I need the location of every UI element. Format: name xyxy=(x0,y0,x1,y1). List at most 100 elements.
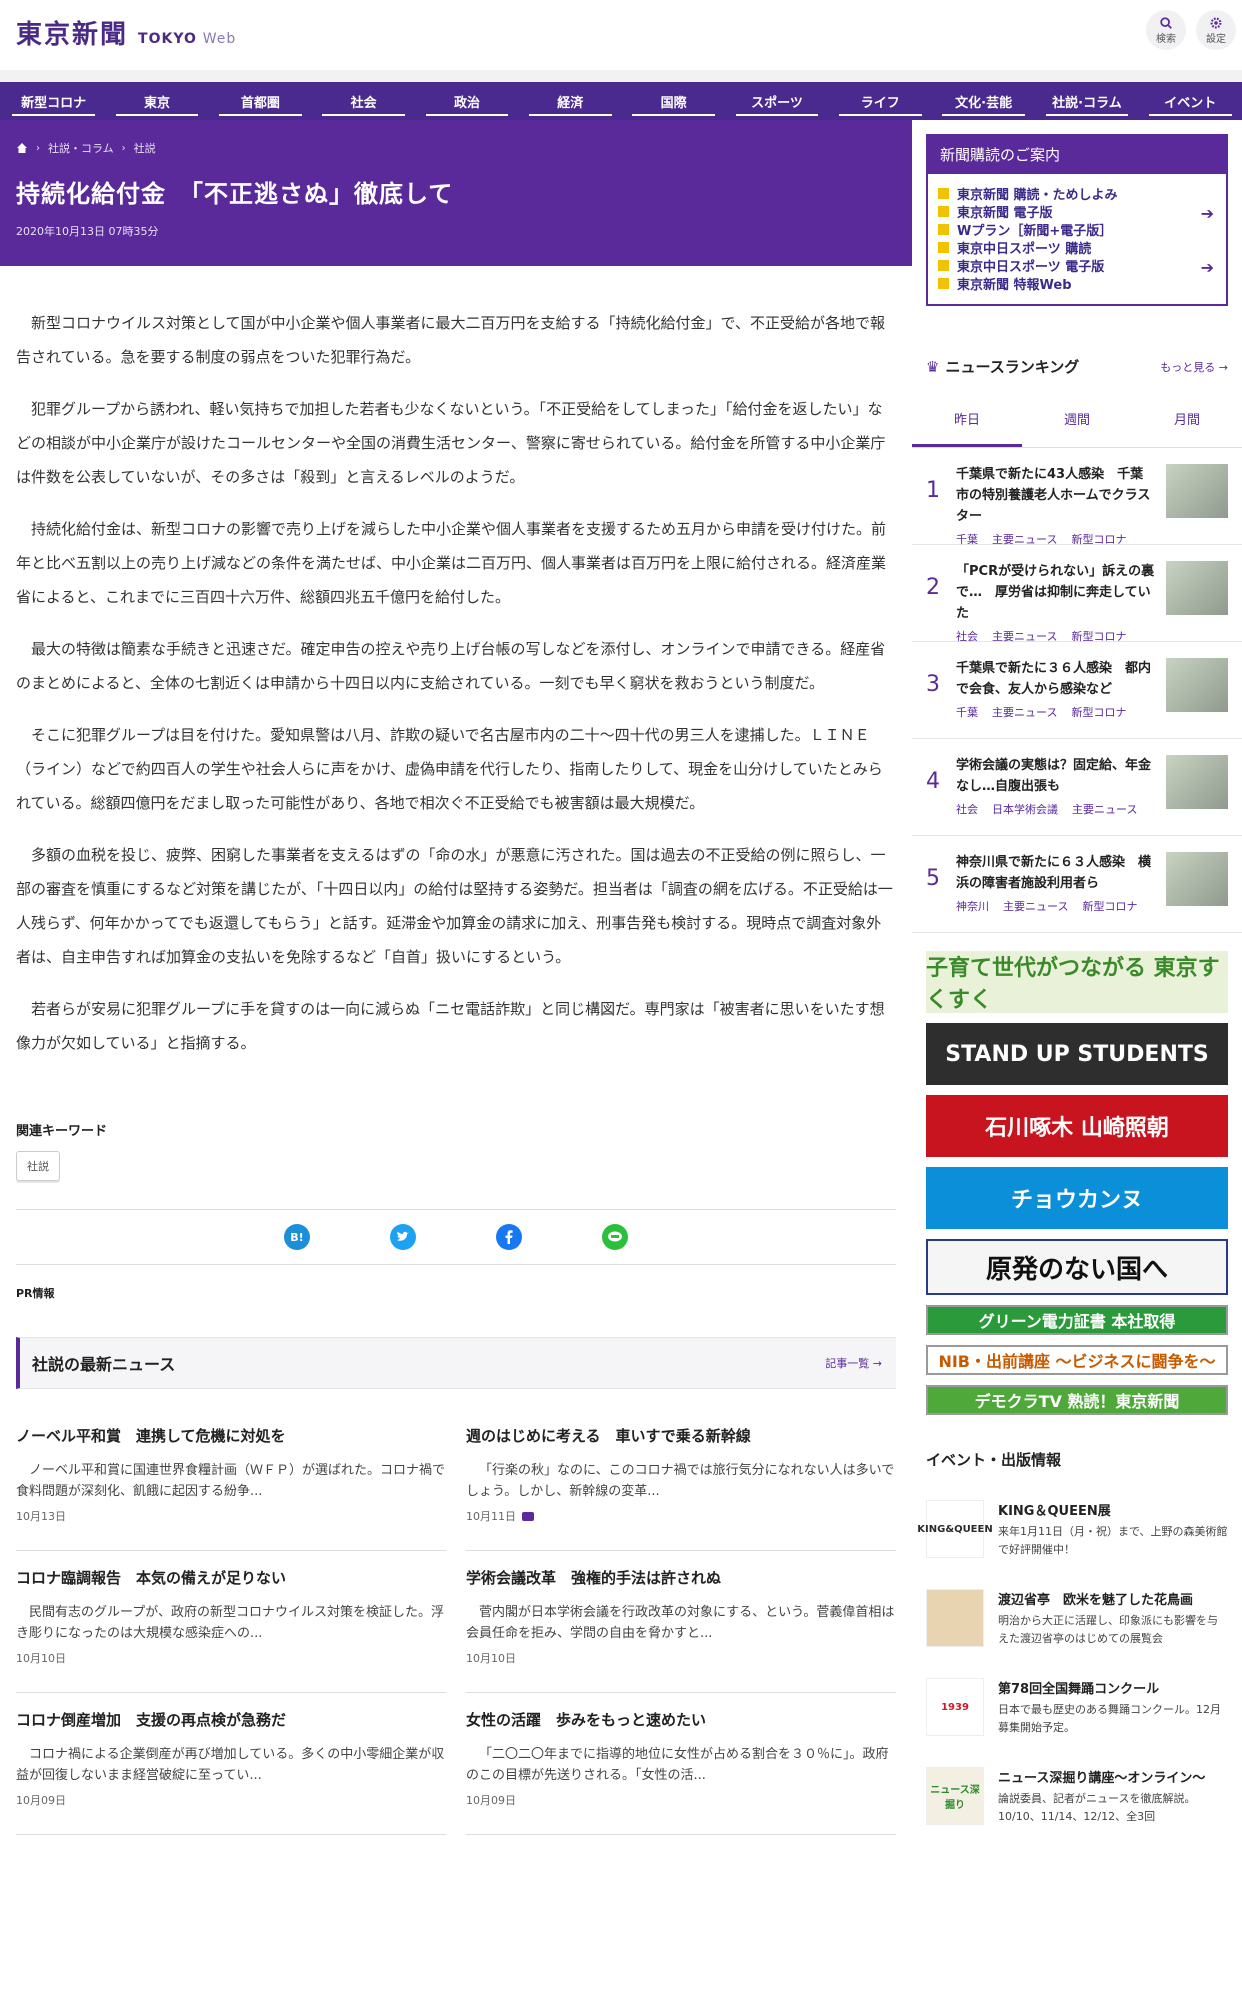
thumbnail-image[interactable] xyxy=(1166,464,1228,518)
news-card[interactable]: 女性の活躍 歩みをもっと速めたい 「二〇二〇年までに指導的地位に女性が占める割合… xyxy=(466,1693,896,1835)
event-title[interactable]: 第78回全国舞踊コンクール xyxy=(998,1678,1228,1697)
ranking-item[interactable]: 5 神奈川県で新たに６３人感染 横浜の障害者施設利用者ら 神奈川 主要ニュース 新型コ… xyxy=(912,836,1242,933)
tab-weekly[interactable]: 週間 xyxy=(1022,399,1132,447)
subscription-box[interactable]: 新聞購読のご案内 東京新聞 購読・ためしよみ 東京新聞 電子版 Wプラン［新聞+電子… xyxy=(926,134,1228,306)
hatena-bookmark-icon[interactable]: B! xyxy=(284,1224,310,1250)
banner[interactable]: デモクラTV 熟読！東京新聞 xyxy=(926,1385,1228,1415)
news-card-title[interactable]: 学術会議改革 強権的手法は許されぬ xyxy=(466,1567,896,1588)
ranking-title-link[interactable]: 「PCRが受けられない」訴えの裏で… 厚労省は抑制に奔走していた xyxy=(956,561,1156,624)
subscription-item[interactable]: 東京新聞 購読・ためしよみ xyxy=(938,184,1216,203)
line-icon[interactable] xyxy=(602,1224,628,1250)
event-item[interactable]: KING&QUEEN KING＆QUEEN展 来年1月11日（月・祝）まで、上野の… xyxy=(917,1500,1228,1559)
news-card[interactable]: 学術会議改革 強権的手法は許されぬ 菅内閣が日本学術会議を行政改革の対象にする、… xyxy=(466,1551,896,1693)
tag-link[interactable]: 主要ニュース xyxy=(992,628,1057,644)
facebook-icon[interactable] xyxy=(496,1224,522,1250)
event-thumbnail[interactable]: ニュース深掘り xyxy=(926,1767,984,1825)
nav-item[interactable]: 首都圏 xyxy=(209,82,312,120)
ranking-more-link[interactable]: もっと見る → xyxy=(1160,359,1228,375)
event-title[interactable]: 渡辺省亭 欧米を魅了した花鳥画 xyxy=(998,1589,1228,1608)
thumbnail-image[interactable] xyxy=(1166,755,1228,809)
tag-link[interactable]: 千葉 xyxy=(956,704,978,720)
ranking-title-link[interactable]: 千葉県で新たに43人感染 千葉市の特別養護老人ホームでクラスター xyxy=(956,464,1156,527)
event-thumbnail[interactable] xyxy=(926,1589,984,1647)
nav-item[interactable]: 経済 xyxy=(519,82,622,120)
banner[interactable]: 石川啄木 山崎照朝 xyxy=(926,1095,1228,1157)
event-item[interactable]: 1939 第78回全国舞踊コンクール 日本で最も歴史のある舞踊コンクール。12月募… xyxy=(926,1678,1228,1737)
news-card-title[interactable]: 女性の活躍 歩みをもっと速めたい xyxy=(466,1709,896,1730)
article-list-link[interactable]: 記事一覧 → xyxy=(825,1355,882,1371)
thumbnail-image[interactable] xyxy=(1166,852,1228,906)
news-card[interactable]: 週のはじめに考える 車いすで乗る新幹線 「行楽の秋」なのに、このコロナ禍では旅行… xyxy=(466,1409,896,1551)
login-arrow-icon[interactable]: ➔ xyxy=(1201,204,1214,223)
tag-link[interactable]: 新型コロナ xyxy=(1071,704,1126,720)
banner[interactable]: チョウカンヌ xyxy=(926,1167,1228,1229)
tag-link[interactable]: 主要ニュース xyxy=(992,531,1057,547)
nav-item[interactable]: 社会 xyxy=(312,82,415,120)
banner[interactable]: グリーン電力証書 本社取得 xyxy=(926,1305,1228,1335)
event-thumbnail[interactable]: 1939 xyxy=(926,1678,984,1736)
ranking-title-link[interactable]: 神奈川県で新たに６３人感染 横浜の障害者施設利用者ら xyxy=(956,852,1156,894)
tag-link[interactable]: 神奈川 xyxy=(956,898,989,914)
event-title[interactable]: KING＆QUEEN展 xyxy=(998,1500,1228,1519)
event-title[interactable]: ニュース深掘り講座～オンライン～ xyxy=(998,1767,1228,1786)
tag-link[interactable]: 主要ニュース xyxy=(1072,801,1137,817)
tag-link[interactable]: 主要ニュース xyxy=(992,704,1057,720)
site-logo[interactable]: 東京新聞 TOKYO Web xyxy=(16,14,236,51)
banner[interactable]: 子育て世代がつながる 東京すくすく xyxy=(926,951,1228,1013)
search-button[interactable]: 検索 xyxy=(1146,10,1186,50)
tag-link[interactable]: 社会 xyxy=(956,628,978,644)
banner[interactable]: 原発のない国へ xyxy=(926,1239,1228,1295)
news-card-title[interactable]: コロナ倒産増加 支援の再点検が急務だ xyxy=(16,1709,446,1730)
nav-item[interactable]: 新型コロナ xyxy=(2,82,105,120)
nav-item[interactable]: 政治 xyxy=(415,82,518,120)
subscription-item[interactable]: 東京中日スポーツ 購読 xyxy=(938,238,1216,257)
ranking-item[interactable]: 3 千葉県で新たに３６人感染 都内で会食、友人から感染など 千葉 主要ニュース 新型コ… xyxy=(912,642,1242,739)
tag-link[interactable]: 新型コロナ xyxy=(1071,531,1126,547)
ranking-item[interactable]: 4 学術会議の実態は？固定給、年金なし…自腹出張も 社会 日本学術会議 主要ニュース xyxy=(912,739,1242,836)
news-card[interactable]: コロナ倒産増加 支援の再点検が急務だ コロナ禍による企業倒産が再び増加している。… xyxy=(16,1693,446,1835)
news-card-title[interactable]: コロナ臨調報告 本気の備えが足りない xyxy=(16,1567,446,1588)
keyword-chip[interactable]: 社説 xyxy=(16,1151,60,1181)
subscription-item[interactable]: 東京中日スポーツ 電子版 xyxy=(938,256,1216,275)
ranking-item[interactable]: 1 千葉県で新たに43人感染 千葉市の特別養護老人ホームでクラスター 千葉 主要ニュ… xyxy=(912,448,1242,547)
news-card[interactable]: コロナ臨調報告 本気の備えが足りない 民間有志のグループが、政府の新型コロナウイ… xyxy=(16,1551,446,1693)
ranking-title-link[interactable]: 学術会議の実態は？固定給、年金なし…自腹出張も xyxy=(956,755,1156,797)
nav-item[interactable]: 国際 xyxy=(622,82,725,120)
tag-link[interactable]: 千葉 xyxy=(956,531,978,547)
banner[interactable]: STAND UP STUDENTS xyxy=(926,1023,1228,1085)
home-icon[interactable] xyxy=(16,142,28,154)
event-item[interactable]: 渡辺省亭 欧米を魅了した花鳥画 明治から大正に活躍し、印象派にも影響を与えた渡辺省… xyxy=(926,1589,1228,1648)
nav-item[interactable]: イベント xyxy=(1139,82,1242,120)
news-card[interactable]: ノーベル平和賞 連携して危機に対処を ノーベル平和賞に国連世界食糧計画（ＷＦＰ）… xyxy=(16,1409,446,1551)
subscription-item[interactable]: Wプラン［新聞+電子版］ xyxy=(938,220,1216,239)
subscription-item[interactable]: 東京新聞 電子版 xyxy=(938,202,1216,221)
subscription-item[interactable]: 東京新聞 特報Web xyxy=(938,274,1216,293)
tag-link[interactable]: 新型コロナ xyxy=(1071,628,1126,644)
event-thumbnail[interactable]: KING&QUEEN xyxy=(917,1500,993,1558)
breadcrumb-item[interactable]: 社説 xyxy=(134,140,156,156)
event-item[interactable]: ニュース深掘り ニュース深掘り講座～オンライン～ 論説委員、記者がニュースを徹底解… xyxy=(926,1767,1228,1826)
breadcrumb-item[interactable]: 社説・コラム xyxy=(48,140,114,156)
tag-link[interactable]: 主要ニュース xyxy=(1003,898,1068,914)
main-nav: 新型コロナ 東京 首都圏 社会 政治 経済 国際 スポーツ ライフ 文化·芸能 社説·コラム イベント xyxy=(0,82,1242,120)
news-card-title[interactable]: ノーベル平和賞 連携して危機に対処を xyxy=(16,1425,446,1446)
tab-monthly[interactable]: 月間 xyxy=(1132,399,1242,447)
tab-yesterday[interactable]: 昨日 xyxy=(912,399,1022,447)
nav-item[interactable]: 文化·芸能 xyxy=(932,82,1035,120)
ranking-item[interactable]: 2 「PCRが受けられない」訴えの裏で… 厚労省は抑制に奔走していた 社会 主要ニュ… xyxy=(912,545,1242,644)
thumbnail-image[interactable] xyxy=(1166,561,1228,615)
nav-item[interactable]: ライフ xyxy=(829,82,932,120)
nav-item[interactable]: 社説·コラム xyxy=(1035,82,1138,120)
news-card-title[interactable]: 週のはじめに考える 車いすで乗る新幹線 xyxy=(466,1425,896,1446)
twitter-icon[interactable] xyxy=(390,1224,416,1250)
login-arrow-icon[interactable]: ➔ xyxy=(1201,258,1214,277)
nav-item[interactable]: スポーツ xyxy=(725,82,828,120)
settings-button[interactable]: 設定 xyxy=(1196,10,1236,50)
ranking-title-link[interactable]: 千葉県で新たに３６人感染 都内で会食、友人から感染など xyxy=(956,658,1156,700)
tag-link[interactable]: 社会 xyxy=(956,801,978,817)
thumbnail-image[interactable] xyxy=(1166,658,1228,712)
banner[interactable]: NIB・出前講座 ～ビジネスに闘争を～ xyxy=(926,1345,1228,1375)
tag-link[interactable]: 新型コロナ xyxy=(1082,898,1137,914)
nav-item[interactable]: 東京 xyxy=(105,82,208,120)
tag-link[interactable]: 日本学術会議 xyxy=(992,801,1058,817)
